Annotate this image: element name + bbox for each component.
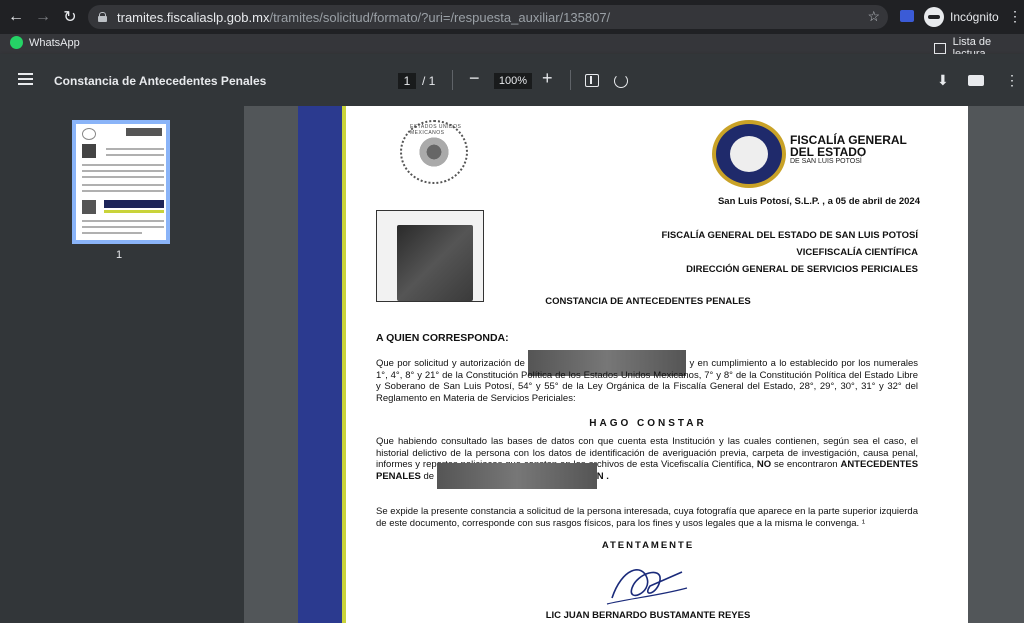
bookmark-whatsapp[interactable]: WhatsApp	[10, 36, 80, 49]
page-total: / 1	[422, 74, 436, 88]
bookmarks-bar: WhatsApp Lista de lectura	[0, 34, 1024, 60]
bookmark-star-icon[interactable]: ☆	[867, 8, 880, 25]
url-path: /tramites/solicitud/formato/?uri=/respue…	[269, 9, 611, 25]
document-heading: CONSTANCIA DE ANTECEDENTES PENALES	[545, 296, 751, 307]
back-arrow-icon[interactable]: ←	[5, 6, 27, 28]
download-icon[interactable]: ⬇	[937, 72, 949, 89]
fiscalia-logo-icon	[712, 120, 786, 188]
reading-list-icon	[934, 42, 946, 54]
logo-subtitle: DE SAN LUIS POTOSÍ	[790, 158, 862, 165]
toolbar-divider	[570, 70, 571, 90]
mexico-seal-icon: ESTADOS UNIDOS MEXICANOS	[400, 120, 468, 184]
incognito-label: Incógnito	[950, 10, 999, 24]
browser-toolbar: ← → ↻ tramites.fiscaliaslp.gob.mx/tramit…	[0, 0, 1024, 34]
para2-de: de	[423, 470, 435, 482]
bookmark-label: WhatsApp	[29, 36, 80, 49]
pdf-more-icon[interactable]: ⋮	[1005, 72, 1019, 89]
dependency-line: FISCALÍA GENERAL DEL ESTADO DE SAN LUIS …	[661, 230, 918, 241]
forward-arrow-icon[interactable]: →	[32, 6, 54, 28]
signature-icon	[606, 569, 688, 605]
pdf-page: ESTADOS UNIDOS MEXICANOS FISCALÍA GENERA…	[298, 106, 968, 623]
date-line: San Luis Potosí, S.L.P. , a 05 de abril …	[717, 196, 920, 207]
dependency-line: DIRECCIÓN GENERAL DE SERVICIOS PERICIALE…	[686, 264, 918, 275]
page-thumbnail[interactable]	[72, 120, 170, 244]
whatsapp-icon	[10, 36, 23, 49]
dependency-line: VICEFISCALÍA CIENTÍFICA	[796, 247, 918, 258]
menu-icon[interactable]	[18, 73, 33, 85]
incognito-icon	[924, 7, 944, 27]
para2-end: N .	[596, 470, 609, 482]
print-icon[interactable]	[968, 75, 984, 86]
salutation: A QUIEN CORRESPONDA:	[376, 332, 509, 344]
seal-text: ESTADOS UNIDOS MEXICANOS	[410, 124, 462, 136]
para2-no: NO	[756, 459, 772, 470]
redacted-name	[436, 462, 597, 489]
hago-constar: HAGO CONSTAR	[589, 418, 707, 429]
para2-mid: se encontraron	[773, 459, 838, 470]
reload-icon[interactable]: ↻	[59, 6, 81, 28]
toolbar-divider	[452, 70, 453, 90]
pdf-toolbar: Constancia de Antecedentes Penales 1 / 1…	[0, 54, 1024, 106]
signer-name: LIC JUAN BERNARDO BUSTAMANTE REYES	[545, 610, 751, 621]
thumbnail-sidebar: 1	[0, 106, 244, 623]
incognito-profile[interactable]: Incógnito	[924, 7, 999, 27]
page-side-stripe	[342, 106, 346, 623]
lock-icon[interactable]	[98, 12, 107, 22]
rotate-icon[interactable]	[614, 74, 628, 88]
zoom-in-button[interactable]: +	[542, 68, 553, 89]
address-bar[interactable]: tramites.fiscaliaslp.gob.mx/tramites/sol…	[88, 5, 888, 29]
paragraph-authorization: Que por solicitud y autorización de y en…	[376, 350, 918, 404]
extension-icon[interactable]	[900, 10, 914, 22]
closing: ATENTAMENTE	[601, 540, 695, 551]
zoom-level-input[interactable]: 100%	[494, 73, 532, 89]
zoom-out-button[interactable]: −	[469, 68, 480, 89]
url-host: tramites.fiscaliaslp.gob.mx	[117, 9, 270, 25]
browser-menu-icon[interactable]: ⋮	[1008, 8, 1022, 25]
pdf-title: Constancia de Antecedentes Penales	[54, 74, 267, 88]
logo-title-line2: DEL ESTADO	[790, 145, 867, 159]
page-side-band	[298, 106, 342, 623]
paragraph-issuance: Se expide la presente constancia a solic…	[376, 506, 918, 529]
fit-to-page-icon[interactable]	[585, 74, 599, 87]
paragraph-findings: Que habiendo consultado las bases de dat…	[376, 436, 918, 489]
logo-title: FISCALÍA GENERAL DEL ESTADO	[790, 134, 907, 158]
page-number-input[interactable]: 1	[398, 73, 416, 89]
thumbnail-page-number: 1	[116, 249, 123, 261]
para1-start: Que por solicitud y autorización de	[376, 358, 525, 369]
